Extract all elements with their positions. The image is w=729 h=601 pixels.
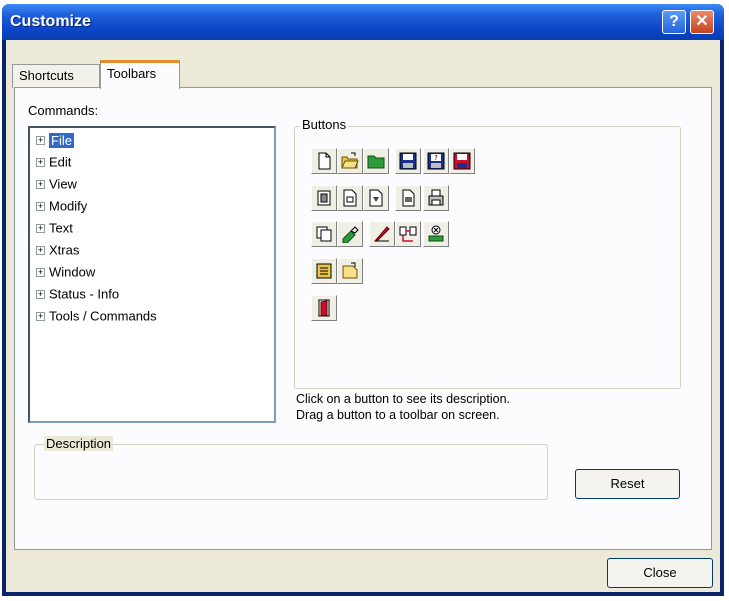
save-all-icon bbox=[453, 152, 471, 170]
svg-text:?: ? bbox=[434, 154, 438, 162]
new-document-icon bbox=[318, 152, 331, 170]
commands-tree[interactable]: + File + Edit + View + Modify + Text + Xtras +… bbox=[28, 126, 276, 423]
revert-button[interactable] bbox=[423, 221, 449, 247]
save-as-button[interactable]: ? bbox=[423, 148, 449, 174]
folder-icon bbox=[367, 155, 385, 169]
edit-cast-icon bbox=[342, 226, 359, 243]
revert-icon bbox=[428, 225, 444, 242]
tree-item-text[interactable]: + Text bbox=[36, 218, 73, 238]
expand-icon[interactable]: + bbox=[36, 136, 45, 146]
expand-icon[interactable]: + bbox=[36, 290, 45, 300]
tree-item-view[interactable]: + View bbox=[36, 174, 77, 194]
hint-line-2: Drag a button to a toolbar on screen. bbox=[296, 408, 500, 422]
exit-button[interactable] bbox=[311, 295, 337, 321]
folder-button[interactable] bbox=[363, 148, 389, 174]
customize-window: Customize ? ✕ Shortcuts Toolbars Command… bbox=[2, 4, 724, 596]
tree-item-xtras[interactable]: + Xtras bbox=[36, 240, 79, 260]
description-group bbox=[34, 444, 548, 500]
tree-item-label: Edit bbox=[49, 154, 72, 170]
window-close-button[interactable]: ✕ bbox=[690, 10, 714, 34]
tree-item-edit[interactable]: + Edit bbox=[36, 152, 71, 172]
tree-item-label: Xtras bbox=[49, 242, 80, 258]
exit-icon bbox=[318, 299, 330, 317]
tab-toolbars[interactable]: Toolbars bbox=[100, 60, 180, 89]
new-document-button[interactable] bbox=[311, 148, 337, 174]
save-icon bbox=[399, 152, 417, 170]
close-icon: ✕ bbox=[695, 13, 709, 30]
expand-icon[interactable]: + bbox=[36, 180, 45, 190]
publish-button[interactable] bbox=[363, 185, 389, 211]
properties-icon bbox=[316, 263, 332, 279]
preferences-button[interactable] bbox=[311, 221, 337, 247]
export-button[interactable] bbox=[337, 185, 363, 211]
create-projector-icon bbox=[342, 262, 358, 279]
expand-icon[interactable]: + bbox=[36, 158, 45, 168]
tree-item-label: View bbox=[49, 176, 77, 192]
export-icon bbox=[343, 189, 357, 207]
preferences-icon bbox=[316, 226, 332, 242]
expand-icon[interactable]: + bbox=[36, 312, 45, 322]
help-icon: ? bbox=[669, 13, 679, 30]
close-button[interactable]: Close bbox=[607, 558, 713, 588]
edit-cast-button[interactable] bbox=[337, 221, 363, 247]
save-button[interactable] bbox=[395, 148, 421, 174]
erase-icon bbox=[373, 226, 390, 242]
tree-item-label: Text bbox=[49, 220, 73, 236]
hint-line-1: Click on a button to see its description… bbox=[296, 392, 511, 406]
page-setup-button[interactable] bbox=[395, 185, 421, 211]
expand-icon[interactable]: + bbox=[36, 202, 45, 212]
buttons-group-title: Buttons bbox=[300, 117, 349, 132]
create-projector-button[interactable] bbox=[337, 258, 363, 284]
commands-label: Commands: bbox=[28, 103, 99, 118]
save-as-icon: ? bbox=[427, 152, 445, 170]
open-folder-button[interactable] bbox=[337, 148, 363, 174]
tab-shortcuts[interactable]: Shortcuts bbox=[12, 64, 100, 88]
print-button[interactable] bbox=[423, 185, 449, 211]
page-setup-icon bbox=[402, 189, 415, 207]
window-title: Customize bbox=[10, 13, 91, 30]
open-folder-icon bbox=[341, 152, 359, 169]
help-button[interactable]: ? bbox=[662, 10, 686, 34]
buttons-hint: Click on a button to see its description… bbox=[296, 391, 510, 423]
reset-button[interactable]: Reset bbox=[575, 469, 680, 499]
publish-icon bbox=[369, 189, 383, 207]
description-title: Description bbox=[44, 436, 114, 451]
tree-item-label: Tools / Commands bbox=[49, 308, 157, 324]
tree-item-window[interactable]: + Window bbox=[36, 262, 95, 282]
import-button[interactable] bbox=[311, 185, 337, 211]
link-button[interactable] bbox=[395, 221, 421, 247]
tree-item-label: Window bbox=[49, 264, 96, 280]
tree-item-modify[interactable]: + Modify bbox=[36, 196, 87, 216]
dialog-body: Shortcuts Toolbars Commands: + File + Edit… bbox=[6, 40, 720, 592]
erase-button[interactable] bbox=[369, 221, 395, 247]
link-icon bbox=[399, 226, 417, 242]
tree-item-label: File bbox=[49, 132, 74, 148]
expand-icon[interactable]: + bbox=[36, 268, 45, 278]
save-all-button[interactable] bbox=[449, 148, 475, 174]
title-bar[interactable]: Customize ? ✕ bbox=[2, 4, 724, 40]
import-icon bbox=[317, 190, 331, 206]
print-icon bbox=[428, 189, 444, 206]
expand-icon[interactable]: + bbox=[36, 224, 45, 234]
tree-item-file[interactable]: + File bbox=[36, 130, 74, 150]
tree-item-tools-commands[interactable]: + Tools / Commands bbox=[36, 306, 157, 326]
tree-item-status-info[interactable]: + Status - Info bbox=[36, 284, 119, 304]
expand-icon[interactable]: + bbox=[36, 246, 45, 256]
tree-item-label: Modify bbox=[49, 198, 88, 214]
tree-item-label: Status - Info bbox=[49, 286, 120, 302]
properties-button[interactable] bbox=[311, 258, 337, 284]
